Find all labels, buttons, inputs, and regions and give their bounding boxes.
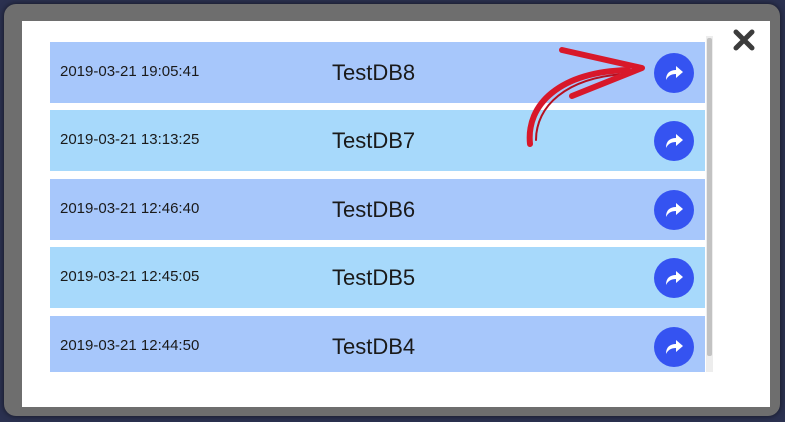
row-name: TestDB7	[332, 128, 416, 153]
close-button[interactable]	[733, 29, 755, 51]
close-icon	[733, 29, 755, 51]
open-database-button[interactable]	[654, 121, 694, 161]
list-scrollbar[interactable]	[706, 36, 713, 372]
share-arrow-icon	[666, 203, 683, 217]
row-name: TestDB6	[332, 197, 416, 222]
row-date: 2019-03-21 12:44:50	[60, 337, 200, 354]
open-database-button[interactable]	[654, 258, 694, 298]
list-item: 2019-03-21 19:05:41 TestDB8	[50, 42, 705, 103]
list-item: 2019-03-21 12:46:40 TestDB6	[50, 179, 705, 240]
share-arrow-icon	[666, 340, 683, 354]
share-arrow-icon	[666, 271, 683, 285]
page-background: 2019-03-21 19:05:41 TestDB8 2019-03-21 1…	[0, 0, 785, 422]
open-database-button[interactable]	[654, 190, 694, 230]
database-list: 2019-03-21 19:05:41 TestDB8 2019-03-21 1…	[50, 42, 705, 372]
share-arrow-icon	[666, 66, 683, 80]
scrollbar-thumb[interactable]	[707, 38, 712, 356]
row-date: 2019-03-21 19:05:41	[60, 63, 200, 80]
share-arrow-icon	[666, 134, 683, 148]
list-item: 2019-03-21 13:13:25 TestDB7	[50, 110, 705, 171]
row-name: TestDB5	[332, 265, 416, 290]
row-name: TestDB4	[332, 334, 416, 359]
row-date: 2019-03-21 13:13:25	[60, 131, 200, 148]
list-item: 2019-03-21 12:45:05 TestDB5	[50, 247, 705, 308]
list-item: 2019-03-21 12:44:50 TestDB4	[50, 316, 705, 372]
row-date: 2019-03-21 12:45:05	[60, 268, 200, 285]
row-date: 2019-03-21 12:46:40	[60, 200, 200, 217]
open-database-button[interactable]	[654, 327, 694, 367]
open-database-button[interactable]	[654, 53, 694, 93]
row-name: TestDB8	[332, 60, 416, 85]
